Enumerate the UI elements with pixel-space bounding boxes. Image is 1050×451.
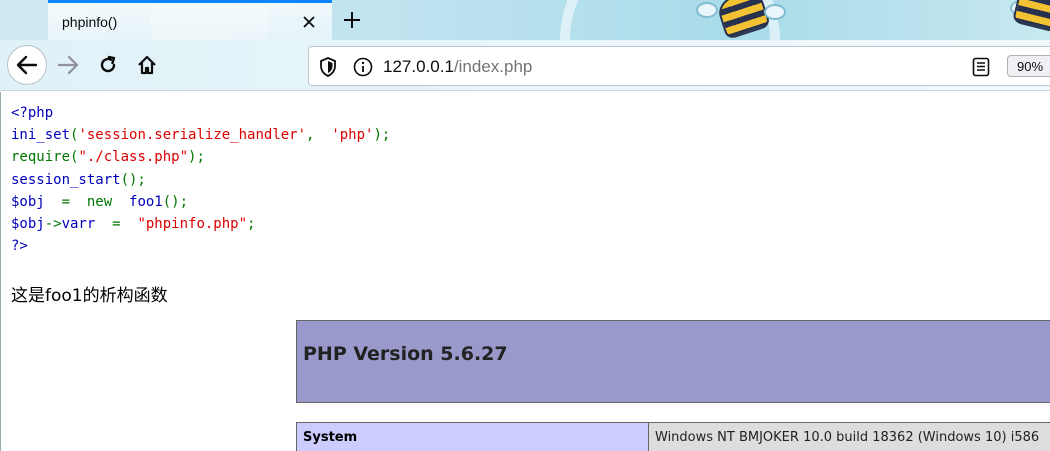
phpinfo-table: System Windows NT BMJOKER 10.0 build 1836… <box>296 422 1050 451</box>
code-line: ini_set('session.serialize_handler', 'ph… <box>11 124 390 146</box>
navigation-toolbar: 127.0.0.1/index.php 90% <box>0 40 1050 91</box>
code-line: ?> <box>11 235 390 257</box>
code-line: $obj = new foo1(); <box>11 191 390 213</box>
tab-strip: phpinfo() <box>0 0 1050 40</box>
code-token: require( <box>11 149 79 166</box>
source-code-block: <?php ini_set('session.serialize_handler'… <box>11 102 390 257</box>
reload-button[interactable] <box>90 47 126 83</box>
home-icon <box>138 55 156 75</box>
table-row: System Windows NT BMJOKER 10.0 build 1836… <box>296 422 1050 451</box>
plus-icon <box>344 12 360 28</box>
forward-arrow-icon <box>57 55 79 75</box>
code-token: "./class.php" <box>78 149 189 166</box>
destructor-output-text: 这是foo1的析构函数 <box>11 286 168 306</box>
tab-title: phpinfo() <box>62 13 118 30</box>
info-key: System <box>296 422 649 451</box>
code-token: ); <box>373 127 391 144</box>
forward-button[interactable] <box>50 47 86 83</box>
code-token: ; <box>247 216 256 233</box>
code-token: -> <box>44 216 62 233</box>
code-token: session_start <box>11 171 121 188</box>
code-line: <?php <box>11 102 390 124</box>
code-token: ); <box>188 149 205 166</box>
code-line: $obj->varr = "phpinfo.php"; <box>11 213 390 235</box>
info-value: Windows NT BMJOKER 10.0 build 18362 (Win… <box>648 422 1050 451</box>
code-line: require("./class.php"); <box>11 146 390 168</box>
code-token: foo1 <box>129 193 163 210</box>
code-token: "phpinfo.php" <box>137 216 248 233</box>
code-token: (); <box>120 171 146 188</box>
code-token: 'php' <box>331 127 374 144</box>
home-button[interactable] <box>129 47 165 83</box>
code-token: $obj <box>11 193 62 210</box>
address-bar[interactable]: 127.0.0.1/index.php 90% <box>308 46 1050 86</box>
tab-active[interactable]: phpinfo() <box>48 0 332 40</box>
url-path: /index.php <box>453 57 533 76</box>
code-token: , <box>306 127 332 144</box>
back-button[interactable] <box>7 45 47 85</box>
php-version-title: PHP Version 5.6.27 <box>303 343 508 365</box>
code-token: = new <box>61 193 130 210</box>
url-host: 127.0.0.1 <box>383 57 454 76</box>
code-token: $obj <box>11 216 45 233</box>
zoom-level-button[interactable]: 90% <box>1007 55 1050 77</box>
reload-icon <box>100 55 116 73</box>
new-tab-button[interactable] <box>338 6 366 34</box>
close-icon[interactable] <box>300 13 318 31</box>
page-content: <?php ini_set('session.serialize_handler'… <box>0 92 1050 451</box>
url-text[interactable]: 127.0.0.1/index.php <box>383 57 532 77</box>
code-token: ?> <box>11 238 28 255</box>
code-token: = <box>112 216 138 233</box>
back-arrow-icon <box>16 55 38 75</box>
code-token: varr <box>61 216 113 233</box>
code-line: session_start(); <box>11 169 390 191</box>
code-token: <?php <box>11 105 54 121</box>
code-token: ini_set <box>11 127 71 144</box>
reader-view-icon[interactable] <box>972 57 990 81</box>
tracking-protection-icon[interactable] <box>319 57 337 81</box>
site-info-icon[interactable] <box>353 57 373 81</box>
code-token: 'session.serialize_handler' <box>78 127 307 144</box>
code-token: (); <box>162 193 189 210</box>
phpinfo-header: PHP Version 5.6.27 <box>296 320 1050 403</box>
